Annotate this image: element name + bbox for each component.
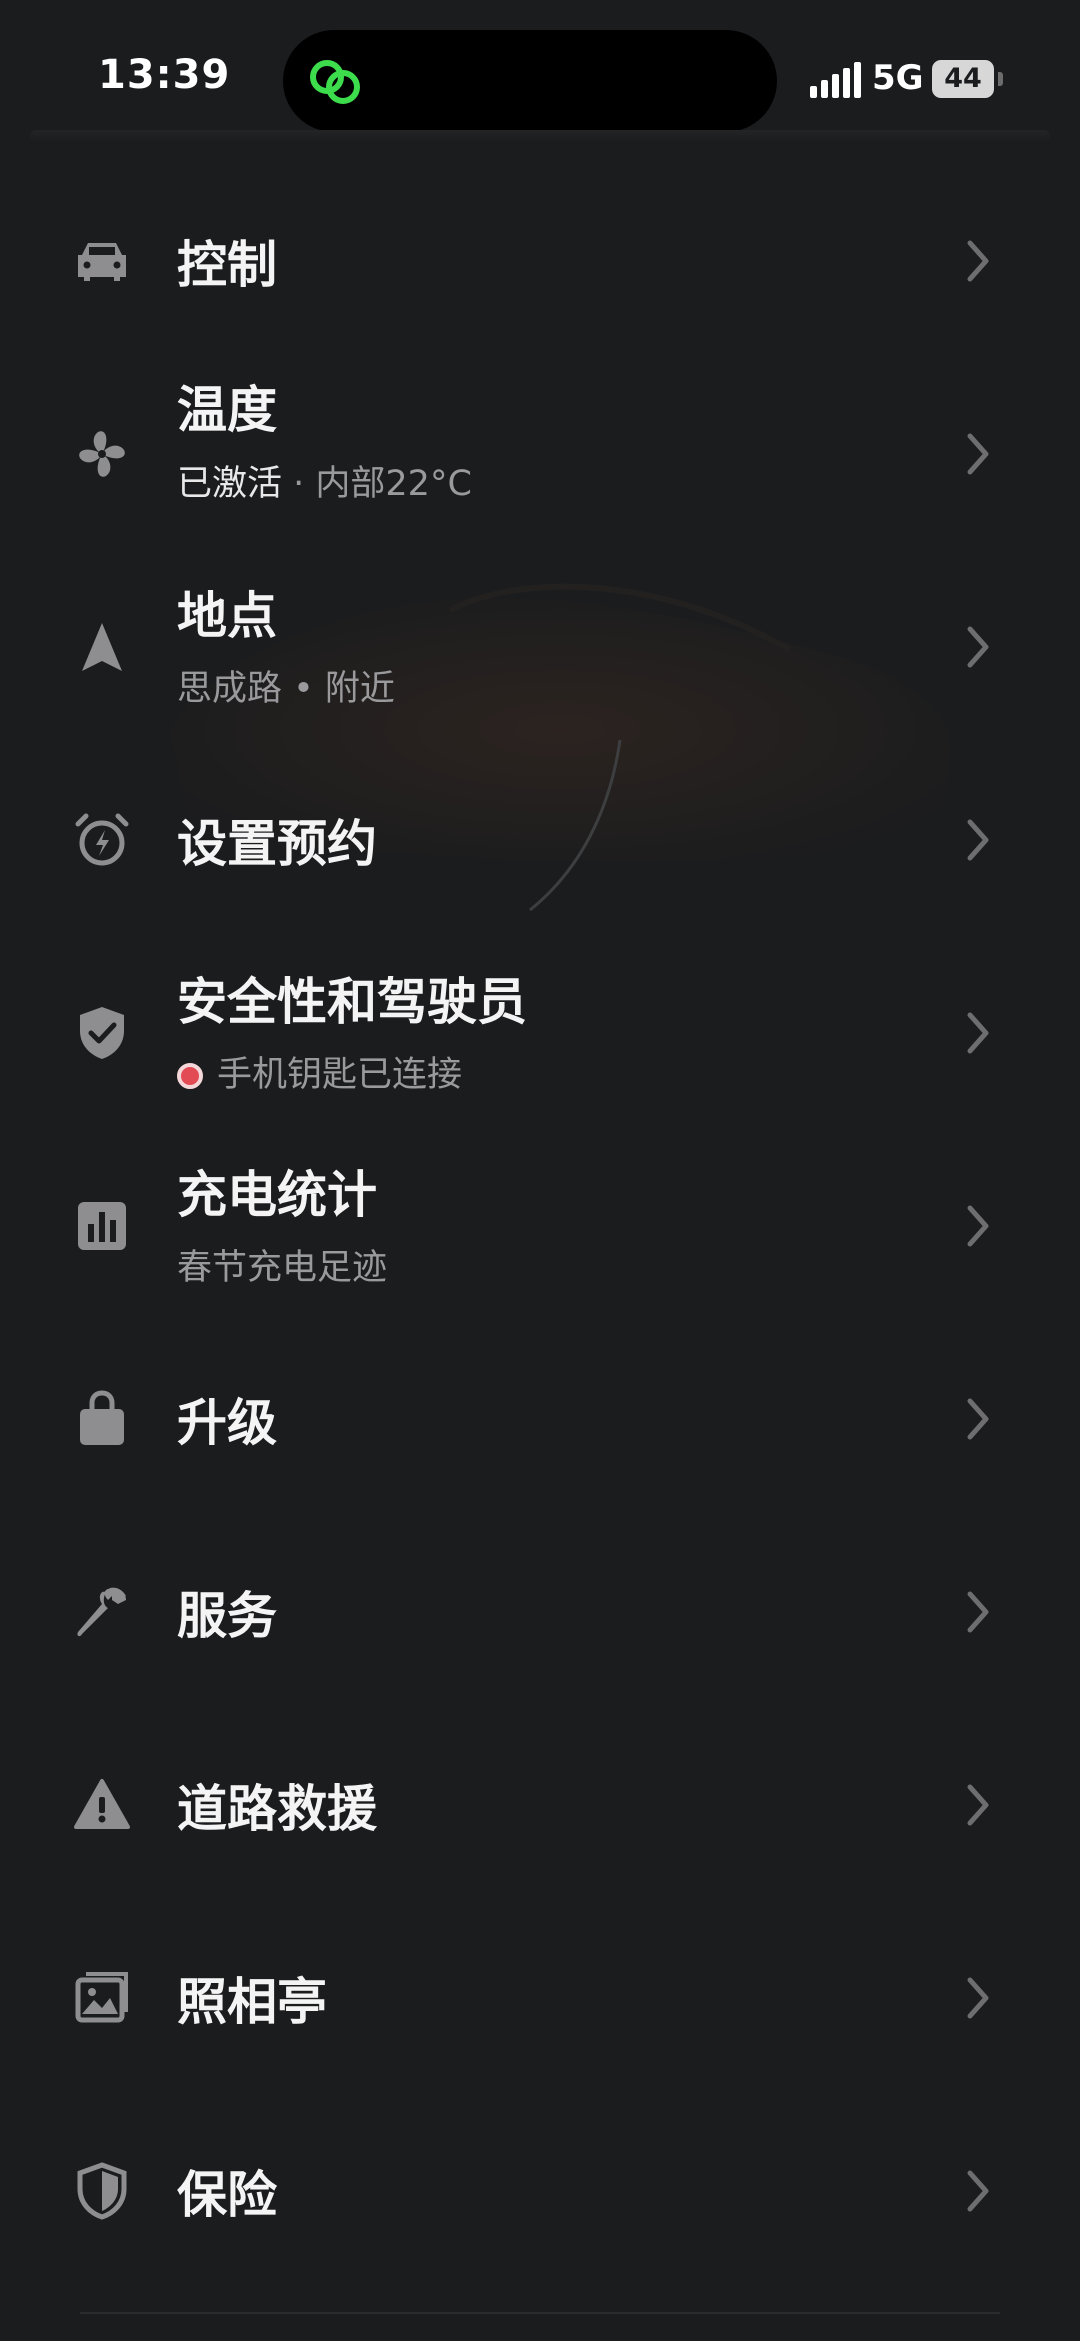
menu-item-title: 控制 bbox=[177, 236, 277, 294]
menu-item-control[interactable]: 控制 bbox=[0, 165, 1080, 355]
menu-item-location[interactable]: 地点 思成路 • 附近 bbox=[0, 551, 1080, 741]
menu-item-insurance[interactable]: 保险 bbox=[0, 2095, 1080, 2285]
signal-strength-icon bbox=[810, 62, 861, 98]
menu-item-subtitle: 已激活 · 内部22°C bbox=[177, 455, 472, 506]
battery-level: 44 bbox=[932, 60, 994, 98]
car-icon bbox=[66, 225, 138, 297]
menu-item-roadside-assistance[interactable]: 道路救援 bbox=[0, 1709, 1080, 1899]
climate-status: 已激活 bbox=[177, 464, 283, 504]
menu-item-temperature[interactable]: 温度 已激活 · 内部22°C bbox=[0, 358, 1080, 548]
battery-tip bbox=[998, 72, 1003, 86]
status-bar: 13:39 5G 44 bbox=[0, 0, 1080, 140]
shopping-bag-icon bbox=[66, 1383, 138, 1455]
menu-item-title: 设置预约 bbox=[177, 815, 377, 873]
menu-item-title: 温度 bbox=[177, 381, 277, 439]
chevron-right-icon bbox=[967, 240, 989, 282]
menu-item-security-drivers[interactable]: 安全性和驾驶员 手机钥匙已连接 bbox=[0, 937, 1080, 1127]
chevron-right-icon bbox=[967, 1784, 989, 1826]
photo-gallery-icon bbox=[66, 1962, 138, 2034]
menu-item-title: 升级 bbox=[177, 1394, 277, 1452]
menu-item-title: 道路救援 bbox=[177, 1780, 377, 1838]
shield-check-icon bbox=[66, 997, 138, 1069]
alarm-clock-bolt-icon bbox=[66, 804, 138, 876]
chevron-right-icon bbox=[967, 1205, 989, 1247]
interior-temperature: 内部22°C bbox=[315, 464, 472, 504]
shield-icon bbox=[66, 2155, 138, 2227]
subtitle-separator: · bbox=[282, 464, 316, 504]
menu-item-title: 保险 bbox=[177, 2166, 277, 2224]
warning-triangle-icon bbox=[66, 1769, 138, 1841]
menu-item-charging-stats[interactable]: 充电统计 春节充电足迹 bbox=[0, 1130, 1080, 1320]
menu-item-title: 照相亭 bbox=[177, 1973, 327, 2031]
header-divider bbox=[30, 130, 1050, 142]
menu-item-title: 地点 bbox=[177, 587, 277, 645]
menu-item-title: 服务 bbox=[177, 1587, 277, 1645]
network-type: 5G bbox=[872, 58, 924, 98]
wrench-icon bbox=[66, 1576, 138, 1648]
chevron-right-icon bbox=[967, 819, 989, 861]
app-link-icon bbox=[310, 60, 360, 104]
menu-item-photo-booth[interactable]: 照相亭 bbox=[0, 1902, 1080, 2092]
status-dot bbox=[177, 1063, 203, 1089]
menu-item-subtitle: 手机钥匙已连接 bbox=[177, 1046, 462, 1097]
chevron-right-icon bbox=[967, 433, 989, 475]
navigation-arrow-icon bbox=[66, 611, 138, 683]
menu-item-title: 充电统计 bbox=[177, 1166, 377, 1224]
bar-chart-icon bbox=[66, 1190, 138, 1262]
dynamic-island[interactable] bbox=[283, 30, 777, 132]
menu-item-title: 安全性和驾驶员 bbox=[177, 973, 527, 1031]
menu-item-subtitle: 思成路 • 附近 bbox=[177, 669, 395, 709]
phone-key-status: 手机钥匙已连接 bbox=[217, 1055, 463, 1095]
chevron-right-icon bbox=[967, 1398, 989, 1440]
menu-item-schedule[interactable]: 设置预约 bbox=[0, 744, 1080, 934]
bottom-divider bbox=[80, 2312, 1000, 2314]
menu-item-service[interactable]: 服务 bbox=[0, 1516, 1080, 1706]
chevron-right-icon bbox=[967, 626, 989, 668]
chevron-right-icon bbox=[967, 1012, 989, 1054]
menu-item-upgrades[interactable]: 升级 bbox=[0, 1323, 1080, 1513]
menu-item-subtitle: 春节充电足迹 bbox=[177, 1248, 388, 1288]
chevron-right-icon bbox=[967, 2170, 989, 2212]
chevron-right-icon bbox=[967, 1977, 989, 2019]
fan-icon bbox=[66, 418, 138, 490]
status-time: 13:39 bbox=[98, 52, 231, 98]
chevron-right-icon bbox=[967, 1591, 989, 1633]
